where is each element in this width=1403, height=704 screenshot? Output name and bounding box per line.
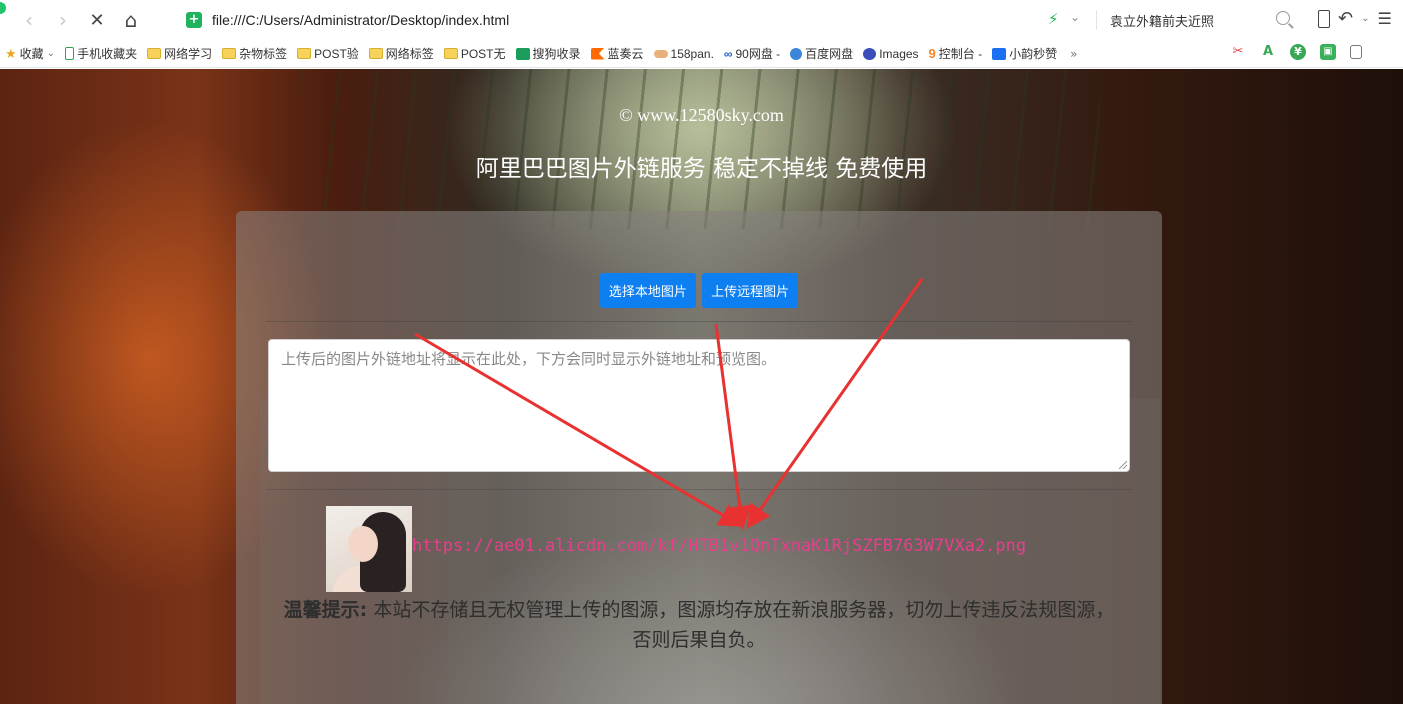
- images-icon: [863, 47, 877, 60]
- textarea-placeholder: 上传后的图片外链地址将显示在此处，下方会同时显示外链地址和预览图。: [281, 350, 777, 368]
- image-link[interactable]: https://ae01.alicdn.com/kf/HTB1v1QnTxnaK…: [412, 536, 1026, 556]
- upload-remote-image-button[interactable]: 上传远程图片: [702, 273, 799, 308]
- sidebar-icon[interactable]: [1350, 45, 1362, 59]
- bookmark-label: 158pan.: [670, 46, 714, 61]
- chevron-down-icon[interactable]: ⌄: [1070, 10, 1080, 24]
- cloud-icon: [653, 49, 668, 58]
- result-textarea[interactable]: 上传后的图片外链地址将显示在此处，下方会同时显示外链地址和预览图。: [268, 339, 1130, 472]
- bookmark-item[interactable]: 百度网盘: [785, 45, 858, 62]
- bookmark-item[interactable]: 搜狗收录: [511, 45, 586, 62]
- toolbar-actions: ↶ ⌄ ☰: [1318, 8, 1392, 29]
- bookmark-label: 90网盘 -: [735, 47, 781, 61]
- preview-image[interactable]: [326, 506, 412, 592]
- bookmark-item[interactable]: Images: [858, 47, 923, 61]
- forward-icon[interactable]: ›: [46, 3, 80, 37]
- bookmark-item[interactable]: 9 控制台 -: [924, 45, 988, 62]
- bookmark-label: 蓝奏云: [607, 47, 644, 61]
- bookmark-item[interactable]: 蓝奏云: [586, 45, 649, 62]
- bookmark-item[interactable]: ★ 收藏 ⌄: [0, 45, 60, 62]
- bookmark-item[interactable]: 158pan.: [649, 47, 719, 61]
- folder-icon: [368, 48, 383, 59]
- browser-toolbar: ‹ › ✕ ⌂ + file:///C:/Users/Administrator…: [0, 0, 1403, 40]
- gamepad-icon[interactable]: ▣: [1320, 44, 1336, 60]
- bookmark-label: 控制台 -: [938, 47, 983, 61]
- translate-icon[interactable]: A: [1260, 44, 1276, 60]
- blue-square-icon: [992, 47, 1007, 60]
- scissors-icon[interactable]: ✂: [1230, 44, 1246, 60]
- toolbar-divider: [1096, 10, 1097, 30]
- folder-icon: [443, 48, 458, 59]
- preview-face: [348, 526, 378, 562]
- home-icon[interactable]: ⌂: [114, 3, 148, 37]
- chevron-down-icon[interactable]: ⌄: [47, 48, 55, 59]
- bookmark-item[interactable]: POST验: [292, 45, 364, 62]
- resize-handle[interactable]: [1119, 461, 1127, 469]
- bookmark-item[interactable]: 网络学习: [142, 45, 217, 62]
- search-box[interactable]: 袁立外籍前夫近照: [1104, 6, 1300, 34]
- extension-icons: ✂ A ¥ ▣: [1230, 44, 1362, 60]
- bookmark-label: 百度网盘: [805, 47, 854, 61]
- bookmark-item[interactable]: 小韵秒赞: [987, 45, 1062, 62]
- mobile-icon[interactable]: [1318, 9, 1330, 28]
- divider: [266, 321, 1132, 322]
- bookmark-label: 搜狗收录: [532, 47, 581, 61]
- folder-icon: [222, 48, 237, 59]
- lanzou-icon: [590, 47, 605, 60]
- bookmark-label: POST无: [460, 47, 506, 61]
- coin-icon[interactable]: ¥: [1290, 44, 1306, 60]
- select-local-image-button[interactable]: 选择本地图片: [599, 273, 696, 308]
- star-icon: ★: [5, 45, 17, 61]
- divider: [266, 489, 1132, 490]
- stop-loading-icon[interactable]: ✕: [80, 3, 114, 37]
- bookmark-label: 手机收藏夹: [77, 47, 138, 61]
- bookmark-label: 收藏: [19, 47, 44, 61]
- sogou-icon: [515, 47, 530, 60]
- bookmark-label: 杂物标签: [239, 47, 288, 61]
- lightning-icon[interactable]: ⚡: [1048, 10, 1059, 28]
- bookmark-item[interactable]: 手机收藏夹: [60, 45, 142, 62]
- upload-buttons: 选择本地图片 上传远程图片: [236, 273, 1162, 308]
- baidu-icon: [790, 47, 803, 60]
- search-input[interactable]: 袁立外籍前夫近照: [1104, 11, 1214, 30]
- bookmark-label: POST验: [314, 47, 359, 61]
- bookmark-item[interactable]: 网络标签: [364, 45, 439, 62]
- bookmark-label: 网络学习: [164, 47, 213, 61]
- bookmark-label: 网络标签: [385, 47, 434, 61]
- chevron-down-icon[interactable]: ⌄: [1361, 13, 1369, 24]
- loop-icon: ∞: [723, 46, 733, 61]
- page-viewport: © www.12580sky.com 阿里巴巴图片外链服务 稳定不掉线 免费使用…: [0, 69, 1403, 704]
- notice-text: 温馨提示: 本站不存储且无权管理上传的图源，图源均存放在新浪服务器，切勿上传违反…: [276, 595, 1122, 655]
- bookmark-item[interactable]: ∞ 90网盘 -: [719, 45, 785, 62]
- nine-icon: 9: [928, 45, 936, 61]
- bookmark-label: Images: [879, 46, 919, 61]
- bookmark-item[interactable]: 杂物标签: [217, 45, 292, 62]
- search-icon[interactable]: [1276, 11, 1290, 25]
- secure-shield-icon: +: [186, 12, 202, 28]
- address-bar[interactable]: + file:///C:/Users/Administrator/Desktop…: [178, 6, 1088, 34]
- menu-icon[interactable]: ☰: [1377, 9, 1391, 28]
- copyright-text: © www.12580sky.com: [619, 105, 784, 125]
- more-bookmarks-icon[interactable]: »: [1062, 47, 1085, 61]
- bookmarks-bar: ★ 收藏 ⌄ 手机收藏夹 网络学习 杂物标签 POST验 网络标签 POST无 搜狗收录 蓝奏云 15…: [0, 40, 1403, 68]
- loading-indicator: [0, 2, 6, 14]
- bookmark-item[interactable]: POST无: [439, 45, 511, 62]
- phone-icon: [65, 47, 75, 60]
- folder-icon: [297, 48, 312, 59]
- notice-label: 温馨提示:: [283, 599, 368, 621]
- folder-icon: [147, 48, 162, 59]
- bookmark-label: 小韵秒赞: [1009, 47, 1058, 61]
- url-text[interactable]: file:///C:/Users/Administrator/Desktop/i…: [212, 12, 509, 28]
- upload-panel: 选择本地图片 上传远程图片 上传后的图片外链地址将显示在此处，下方会同时显示外链…: [236, 211, 1162, 704]
- page-title: 阿里巴巴图片外链服务 稳定不掉线 免费使用: [475, 156, 928, 182]
- undo-icon[interactable]: ↶: [1338, 8, 1353, 29]
- notice-body: 本站不存储且无权管理上传的图源，图源均存放在新浪服务器，切勿上传违反法规图源，否…: [367, 599, 1115, 651]
- back-icon[interactable]: ‹: [12, 3, 46, 37]
